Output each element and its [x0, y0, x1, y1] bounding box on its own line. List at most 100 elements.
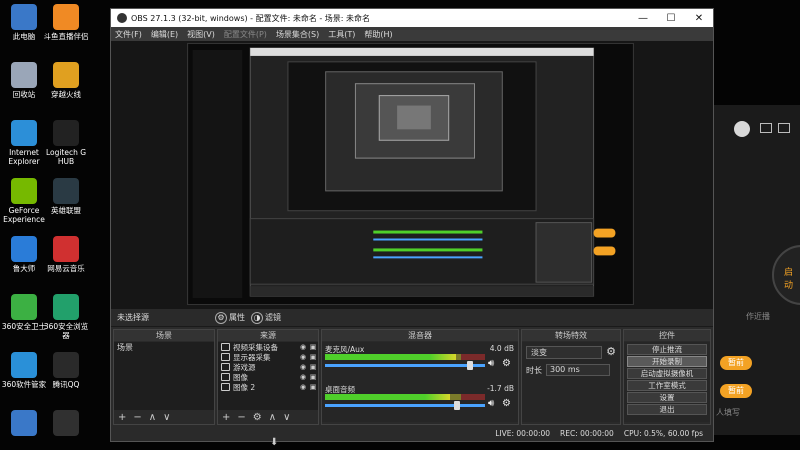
transition-select[interactable]: 淡变 — [526, 346, 602, 359]
desktop-icon[interactable]: 此电脑 — [0, 4, 48, 41]
maximize-button[interactable]: ☐ — [657, 13, 685, 24]
duration-input[interactable]: 300 ms — [546, 364, 610, 376]
visibility-icon[interactable]: ◉ — [298, 343, 308, 351]
move-scene-up-button[interactable]: ∧ — [149, 412, 156, 423]
desktop-icon[interactable]: 网易云音乐 — [42, 236, 90, 273]
gear-icon[interactable]: ⚙ — [502, 398, 511, 409]
preview-canvas[interactable] — [111, 41, 713, 309]
control-button[interactable]: 设置 — [627, 392, 707, 403]
source-properties-button[interactable]: ⚙ — [253, 412, 262, 423]
desktop-icon[interactable]: 穿越火线 — [42, 62, 90, 99]
scene-item[interactable]: 场景 — [114, 342, 214, 353]
visibility-icon[interactable]: ◉ — [298, 363, 308, 371]
volume-slider[interactable] — [325, 404, 485, 407]
sources-toolbar: + − ⚙ ∧ ∨ — [218, 410, 318, 424]
computer-icon — [11, 4, 37, 30]
desktop-icon-label: 鲁大师 — [12, 264, 36, 273]
remove-source-button[interactable]: − — [237, 412, 245, 423]
lock-icon[interactable]: ▣ — [308, 363, 318, 371]
visibility-icon[interactable]: ◉ — [298, 383, 308, 391]
menu-edit[interactable]: 编辑(E) — [151, 29, 178, 40]
desktop-icon[interactable]: 360安全卫士 — [0, 294, 48, 331]
download-icon[interactable]: ⬇ — [270, 437, 278, 448]
volume-slider[interactable] — [325, 364, 485, 367]
source-item[interactable]: 图像 ◉ ▣ — [218, 372, 318, 382]
control-button[interactable]: 工作室模式 — [627, 380, 707, 391]
desktop-icon[interactable]: 英雄联盟 — [42, 178, 90, 215]
volume-knob[interactable] — [466, 361, 473, 370]
start-dial-label: 启动 — [784, 268, 794, 291]
desktop-icon[interactable]: 360软件管家 — [0, 352, 48, 389]
desktop-icon-label: 腾讯QQ — [52, 380, 80, 389]
pause-button-1[interactable]: 暂前 — [720, 356, 752, 370]
lock-icon[interactable]: ▣ — [308, 373, 318, 381]
desktop-icon[interactable]: Logitech G HUB — [42, 120, 90, 166]
volume-knob[interactable] — [454, 401, 461, 410]
desktop-icon[interactable]: 回收站 — [0, 62, 48, 99]
transition-gear-icon[interactable]: ⚙ — [606, 345, 616, 358]
lock-icon[interactable]: ▣ — [308, 343, 318, 351]
control-button[interactable]: 停止推流 — [627, 344, 707, 355]
menu-file[interactable]: 文件(F) — [115, 29, 142, 40]
image-icon — [221, 373, 230, 381]
add-source-button[interactable]: + — [222, 412, 230, 423]
ie-icon — [11, 120, 37, 146]
desktop-icon[interactable]: GeForce Experience — [0, 178, 48, 224]
pause-button-2[interactable]: 暂前 — [720, 384, 752, 398]
app-icon-1[interactable] — [760, 123, 772, 133]
transition-duration: 时长 300 ms — [526, 364, 610, 376]
nested-titlebar — [250, 47, 594, 56]
source-item[interactable]: 图像 2 ◉ ▣ — [218, 382, 318, 392]
remove-scene-button[interactable]: − — [133, 412, 141, 423]
image-icon — [221, 383, 230, 391]
level-fill — [325, 354, 457, 360]
lock-icon[interactable]: ▣ — [308, 383, 318, 391]
source-item[interactable]: 游戏源 ◉ ▣ — [218, 362, 318, 372]
move-source-down-button[interactable]: ∨ — [283, 412, 290, 423]
app-icon-2[interactable] — [778, 123, 790, 133]
menu-profile[interactable]: 配置文件(P) — [224, 29, 267, 40]
desktop-icon[interactable]: 斗鱼直播伴侣 — [42, 4, 90, 41]
gear-icon[interactable]: ⚙ — [502, 358, 511, 369]
move-scene-down-button[interactable]: ∨ — [163, 412, 170, 423]
add-scene-button[interactable]: + — [118, 412, 126, 423]
nested-mixer-green-2 — [373, 248, 483, 252]
desktop-icon[interactable]: 360安全浏览器 — [42, 294, 90, 340]
speaker-icon[interactable]: 🔊︎ — [488, 358, 494, 369]
desktop-icon[interactable] — [42, 410, 90, 438]
360-soft-icon — [11, 352, 37, 378]
control-button[interactable]: 退出 — [627, 404, 707, 415]
netease-music-icon — [53, 236, 79, 262]
sources-dock: 来源 视频采集设备 ◉ ▣ 显示器采集 ◉ ▣ 游戏源 ◉ ▣ 图像 ◉ ▣ 图像 2 ◉ ▣ + − ⚙ … — [217, 329, 319, 425]
close-button[interactable]: ✕ — [685, 13, 713, 24]
source-list: 视频采集设备 ◉ ▣ 显示器采集 ◉ ▣ 游戏源 ◉ ▣ 图像 ◉ ▣ 图像 2 ◉ ▣ — [218, 342, 318, 410]
properties-button[interactable]: ⚙ 属性 — [215, 311, 245, 324]
visibility-icon[interactable]: ◉ — [298, 353, 308, 361]
nested-preview — [187, 43, 634, 305]
lock-icon[interactable]: ▣ — [308, 353, 318, 361]
desktop-icon-label: 网易云音乐 — [47, 264, 85, 273]
title-bar: OBS 27.1.3 (32-bit, windows) - 配置文件: 未命名… — [111, 9, 713, 27]
rec-status: REC: 00:00:00 — [560, 428, 614, 438]
desktop-icon[interactable] — [0, 410, 48, 438]
desktop-icon[interactable]: Internet Explorer — [0, 120, 48, 166]
minimize-button[interactable]: — — [629, 13, 657, 24]
desktop-icon[interactable]: 鲁大师 — [0, 236, 48, 273]
control-button[interactable]: 启动虚拟摄像机 — [627, 368, 707, 379]
menu-tools[interactable]: 工具(T) — [328, 29, 355, 40]
menu-view[interactable]: 视图(V) — [187, 29, 215, 40]
status-bar: LIVE: 00:00:00 REC: 00:00:00 CPU: 0.5%, … — [111, 425, 713, 441]
control-button[interactable]: 开始录制 — [627, 356, 707, 367]
menu-help[interactable]: 帮助(H) — [364, 29, 392, 40]
live-status: LIVE: 00:00:00 — [495, 428, 551, 438]
speaker-icon[interactable]: 🔊︎ — [488, 398, 494, 409]
nested-mixer-slider-2 — [373, 256, 483, 259]
menu-scene-collection[interactable]: 场景集合(S) — [276, 29, 319, 40]
desktop-icon-label: Logitech G HUB — [45, 148, 87, 166]
source-item[interactable]: 显示器采集 ◉ ▣ — [218, 352, 318, 362]
filters-button[interactable]: ◑ 滤镜 — [251, 311, 281, 324]
move-source-up-button[interactable]: ∧ — [269, 412, 276, 423]
source-item[interactable]: 视频采集设备 ◉ ▣ — [218, 342, 318, 352]
visibility-icon[interactable]: ◉ — [298, 373, 308, 381]
desktop-icon[interactable]: 腾讯QQ — [42, 352, 90, 389]
